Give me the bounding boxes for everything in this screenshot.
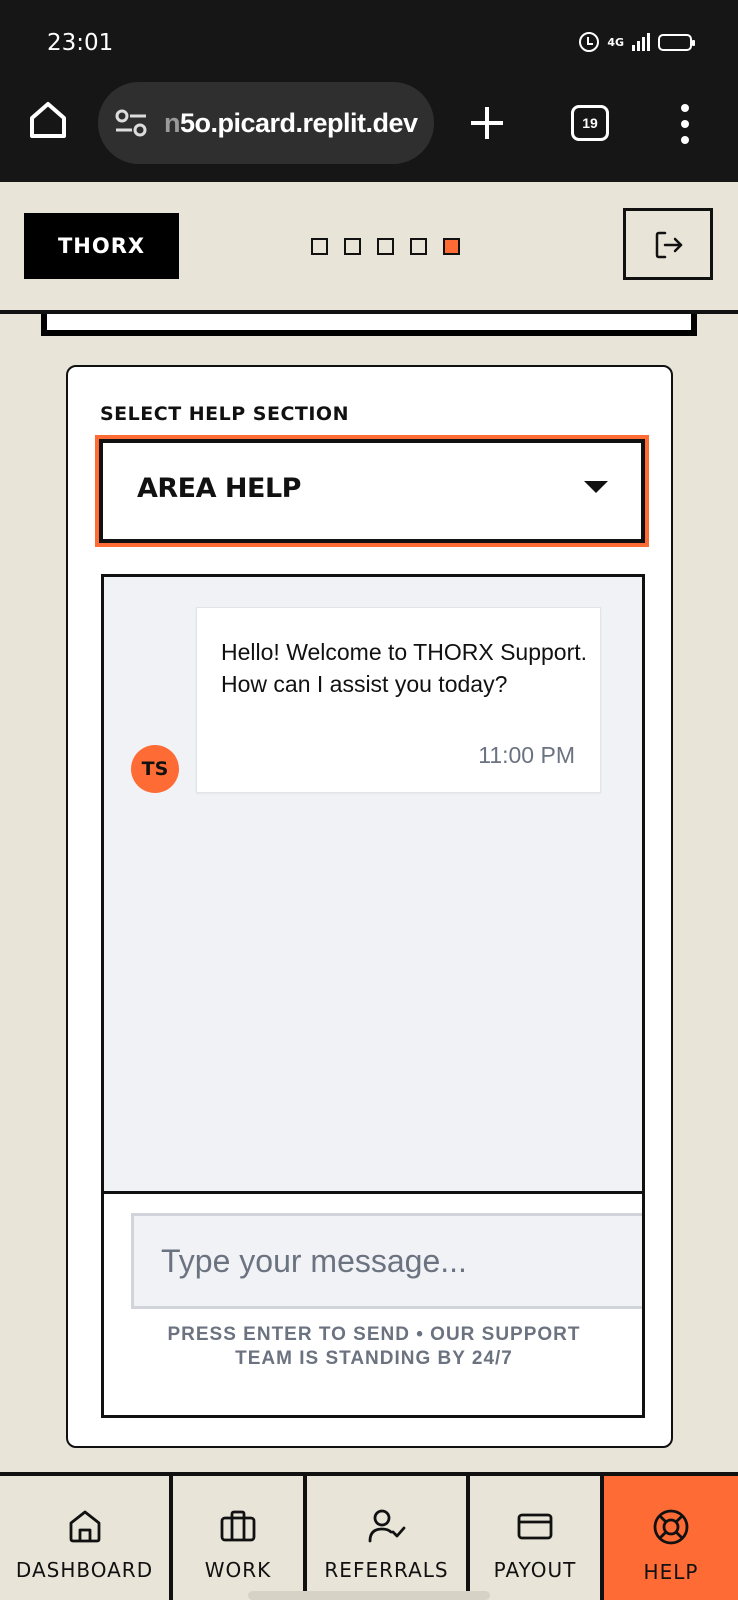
send-hint: PRESS ENTER TO SEND • OUR SUPPORT TEAM I…	[124, 1323, 624, 1371]
help-section-select[interactable]: AREA HELP	[95, 435, 649, 547]
send-hint-line2: TEAM IS STANDING BY 24/7	[235, 1348, 513, 1369]
tabs-button[interactable]: 19	[571, 105, 609, 141]
user-check-icon	[368, 1509, 405, 1543]
thorx-logo[interactable]: THORX	[24, 213, 179, 279]
signal-icon	[632, 33, 650, 51]
battery-icon	[658, 33, 695, 51]
help-section-label: SELECT HELP SECTION	[100, 403, 349, 425]
nav-label: DASHBOARD	[15, 1558, 154, 1582]
message-list[interactable]: TS Hello! Welcome to THORX Support. How …	[104, 577, 642, 1194]
home-icon	[69, 1510, 100, 1543]
url-prefix: n	[164, 108, 181, 138]
briefcase-icon	[220, 1510, 256, 1542]
progress-step	[311, 238, 328, 255]
nav-label: REFERRALS	[324, 1558, 449, 1582]
home-icon	[30, 102, 66, 138]
scrolled-panel-edge	[41, 314, 697, 336]
lifebuoy-icon	[653, 1509, 689, 1545]
message-time: 11:00 PM	[478, 742, 575, 768]
logout-icon	[655, 231, 683, 259]
nav-label: WORK	[204, 1558, 272, 1582]
status-time: 23:01	[47, 30, 114, 56]
selected-section: AREA HELP	[137, 473, 301, 504]
nav-item-work[interactable]: WORK	[173, 1476, 307, 1600]
support-avatar: TS	[131, 745, 179, 793]
message-text: Hello! Welcome to THORX Support. How can…	[221, 639, 588, 697]
new-tab-button[interactable]	[467, 103, 507, 143]
alarm-icon	[579, 32, 600, 52]
gesture-bar[interactable]	[248, 1591, 490, 1600]
plus-icon	[471, 107, 503, 139]
progress-step	[410, 238, 427, 255]
progress-step	[377, 238, 394, 255]
progress-step	[344, 238, 361, 255]
message-bubble: Hello! Welcome to THORX Support. How can…	[196, 607, 601, 793]
network-type: 4G	[607, 35, 624, 49]
chat-panel: TS Hello! Welcome to THORX Support. How …	[101, 574, 645, 1418]
bottom-nav: DASHBOARD WORK REFERRALS PAYOUT HELP	[0, 1472, 738, 1600]
message-input-wrapper	[131, 1213, 642, 1309]
nav-item-payout[interactable]: PAYOUT	[470, 1476, 604, 1600]
nav-item-referrals[interactable]: REFERRALS	[307, 1476, 470, 1600]
tune-icon[interactable]	[114, 108, 148, 138]
address-bar[interactable]: n5o.picard.replit.dev	[98, 82, 434, 164]
browser-chrome: 23:01 4G n5o.picard.replit.dev 19	[0, 0, 738, 182]
browser-home-button[interactable]	[26, 98, 70, 142]
nav-label: HELP	[643, 1560, 699, 1584]
help-card: SELECT HELP SECTION AREA HELP TS Hello! …	[66, 365, 673, 1448]
progress-step-active	[443, 238, 460, 255]
credit-card-icon	[517, 1513, 553, 1540]
chevron-down-icon	[584, 481, 608, 493]
more-vert-icon[interactable]	[680, 104, 690, 144]
send-hint-line1: PRESS ENTER TO SEND • OUR SUPPORT	[167, 1324, 581, 1345]
logout-button[interactable]	[623, 208, 713, 280]
nav-item-dashboard[interactable]: DASHBOARD	[0, 1476, 173, 1600]
nav-item-help[interactable]: HELP	[604, 1476, 738, 1600]
status-icons: 4G	[579, 32, 695, 52]
app-header: THORX	[0, 182, 738, 314]
message-input[interactable]	[134, 1216, 642, 1306]
url-host: 5o.picard.replit.dev	[180, 108, 418, 138]
progress-indicator	[311, 238, 460, 255]
url-text[interactable]: n5o.picard.replit.dev	[164, 108, 418, 139]
nav-label: PAYOUT	[493, 1558, 577, 1582]
